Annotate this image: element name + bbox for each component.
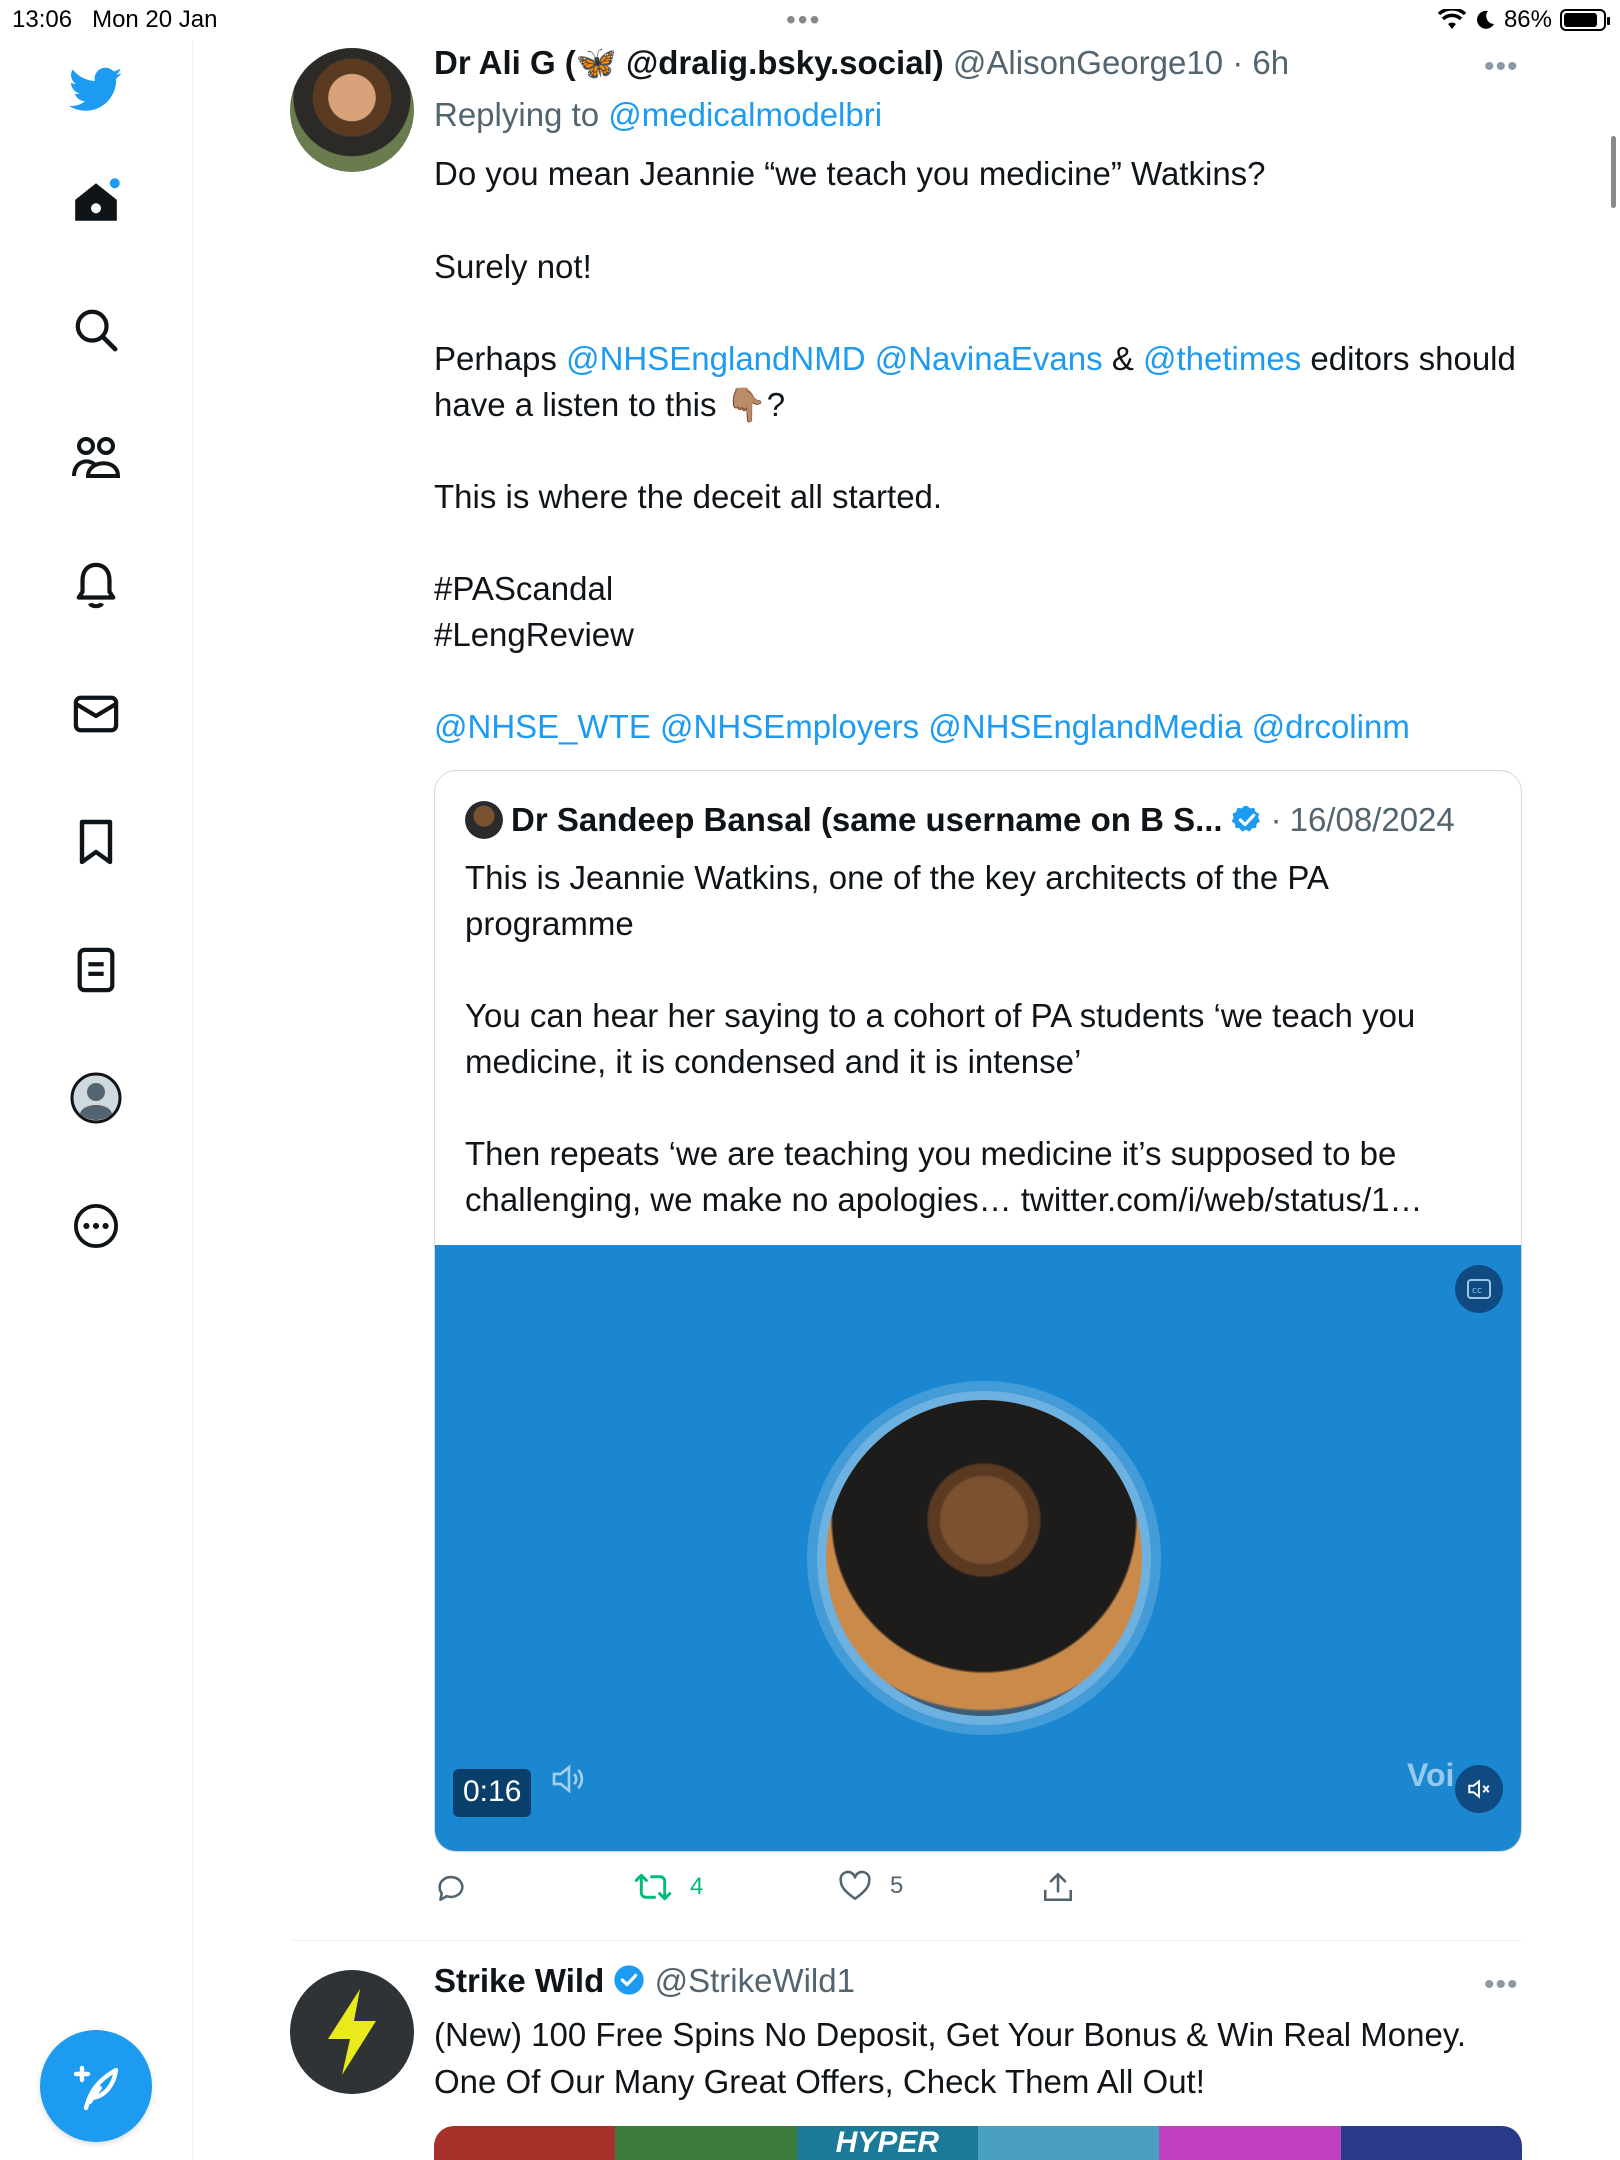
moon-icon <box>1477 10 1494 29</box>
mention-link[interactable]: @NHSE_WTE <box>434 708 651 745</box>
tweet-text-line: Do you mean Jeannie “we teach you medici… <box>434 155 1266 192</box>
search-icon[interactable] <box>66 300 126 360</box>
home-icon[interactable] <box>66 172 126 232</box>
messages-envelope-icon[interactable] <box>66 684 126 744</box>
status-indicators: 86% <box>1437 6 1610 34</box>
voice-tweet-media[interactable]: cc 0:16 Voi <box>435 1245 1521 1851</box>
mention-link[interactable]: @NHSEnglandMedia <box>928 708 1242 745</box>
hashtag-link[interactable]: #PAScandal <box>434 570 613 608</box>
multitask-dots[interactable]: ••• <box>786 4 821 36</box>
mention-link[interactable]: @NavinaEvans <box>875 340 1103 377</box>
strike-wild-avatar[interactable] <box>290 1970 414 2094</box>
profile-avatar-icon[interactable] <box>66 1068 126 1128</box>
retweet-button[interactable]: 4 <box>634 1870 703 1904</box>
share-icon <box>1043 1872 1073 1902</box>
mention-link[interactable]: @thetimes <box>1143 340 1301 377</box>
status-bar: 13:06 Mon 20 Jan ••• 86% <box>0 0 1620 40</box>
replying-to-handle[interactable]: @medicalmodelbri <box>608 96 882 133</box>
verified-badge-icon <box>614 1965 645 1995</box>
tweet-more-icon[interactable]: ••• <box>1484 50 1519 84</box>
quoted-tweet-date[interactable]: 16/08/2024 <box>1290 801 1455 839</box>
volume-icon <box>552 1764 584 1794</box>
mute-button[interactable] <box>1455 1765 1503 1813</box>
quoted-author-avatar[interactable] <box>465 801 503 839</box>
scrollbar[interactable] <box>1611 136 1616 208</box>
reply-button[interactable] <box>434 1870 486 1904</box>
tweet-text-line: This is where the deceit all started. <box>434 478 943 515</box>
more-options-icon[interactable] <box>66 1196 126 1256</box>
tweet-text-line: @NHSE_WTE @NHSEmployers @NHSEnglandMedia… <box>434 708 1410 746</box>
tweet-time[interactable]: 6h <box>1252 44 1289 81</box>
tweet2-handle[interactable]: @StrikeWild1 <box>655 1962 855 1999</box>
compose-feather-icon <box>73 2065 119 2111</box>
media-duration: 0:16 <box>453 1769 532 1817</box>
author-name[interactable]: Dr Ali G (🦋 @dralig.bsky.social) <box>434 44 944 81</box>
tweet-text-line: have a listen to this 👇🏽? <box>434 386 786 423</box>
status-time: 13:06 Mon 20 Jan <box>12 6 218 33</box>
captions-button[interactable]: cc <box>1455 1265 1503 1313</box>
tweet2-text-line: One Of Our Many Great Offers, Check Them… <box>434 2063 1205 2100</box>
quoted-text-line: challenging, we make no apologies… twitt… <box>465 1181 1423 1218</box>
twitter-logo-icon[interactable] <box>66 60 126 120</box>
replying-to: Replying to @medicalmodelbri <box>434 96 883 133</box>
lightning-bolt-icon <box>328 1989 376 2075</box>
lists-icon[interactable] <box>66 940 126 1000</box>
quoted-text-line: You can hear her saying to a cohort of P… <box>465 997 1416 1034</box>
quoted-text-line: This is Jeannie Watkins, one of the key … <box>465 859 1329 896</box>
battery-percent: 86% <box>1503 6 1552 33</box>
mute-speaker-icon <box>1468 1779 1490 1799</box>
hashtag-link[interactable]: #LengReview <box>434 616 634 654</box>
retweet-icon <box>634 1873 672 1901</box>
battery-icon <box>1560 9 1610 31</box>
speaker-avatar <box>826 1400 1142 1716</box>
tweet2-header: Strike Wild @StrikeWild1 <box>434 1962 855 2000</box>
pointing-down-emoji: 👇🏽 <box>725 386 767 423</box>
like-button[interactable]: 5 <box>838 1870 903 1902</box>
notifications-bell-icon[interactable] <box>66 556 126 616</box>
quoted-tweet-card[interactable]: Dr Sandeep Bansal (same username on B S.… <box>434 770 1522 1852</box>
author-avatar[interactable] <box>290 48 414 172</box>
quoted-author-name[interactable]: Dr Sandeep Bansal (same username on B S.… <box>511 801 1223 839</box>
heart-icon <box>839 1870 871 1901</box>
retweet-count: 4 <box>690 1873 704 1900</box>
verified-badge-icon <box>1231 805 1260 832</box>
tweet-header: Dr Ali G (🦋 @dralig.bsky.social) @Alison… <box>434 44 1290 81</box>
svg-text:cc: cc <box>1472 1286 1482 1296</box>
quoted-text-line: Then repeats ‘we are teaching you medici… <box>465 1135 1397 1172</box>
tweet2-more-icon[interactable]: ••• <box>1484 1968 1519 2002</box>
promo-image-banner[interactable]: HYPER <box>434 2126 1522 2160</box>
like-count: 5 <box>890 1872 904 1899</box>
banner-title: HYPER <box>796 2126 978 2160</box>
mention-link[interactable]: @NHSEmployers <box>660 708 919 745</box>
mention-link[interactable]: @NHSEnglandNMD <box>566 340 865 377</box>
quoted-text-line: programme <box>465 905 634 942</box>
share-button[interactable] <box>1042 1870 1074 1904</box>
tweet2-author-name[interactable]: Strike Wild <box>434 1962 604 1999</box>
quoted-tweet-header: Dr Sandeep Bansal (same username on B S.… <box>465 801 1455 839</box>
voice-label: Voi <box>1407 1757 1455 1793</box>
wifi-icon <box>1437 9 1466 29</box>
tweet-divider <box>292 1940 1522 1941</box>
tweet-text-line: Surely not! <box>434 248 592 285</box>
mention-link[interactable]: @drcolinm <box>1252 708 1410 745</box>
reply-icon <box>438 1875 464 1902</box>
sidebar <box>0 40 193 2160</box>
compose-tweet-button[interactable] <box>40 2030 152 2142</box>
tweet2-text-line: (New) 100 Free Spins No Deposit, Get You… <box>434 2016 1467 2053</box>
bookmarks-icon[interactable] <box>66 812 126 872</box>
quoted-text-line: medicine, it is condensed and it is inte… <box>465 1043 1082 1080</box>
captions-icon: cc <box>1467 1279 1491 1299</box>
author-handle[interactable]: @AlisonGeorge10 <box>953 44 1223 81</box>
communities-icon[interactable] <box>66 428 126 488</box>
tweet-text-line: Perhaps @NHSEnglandNMD @NavinaEvans & @t… <box>434 340 1516 377</box>
